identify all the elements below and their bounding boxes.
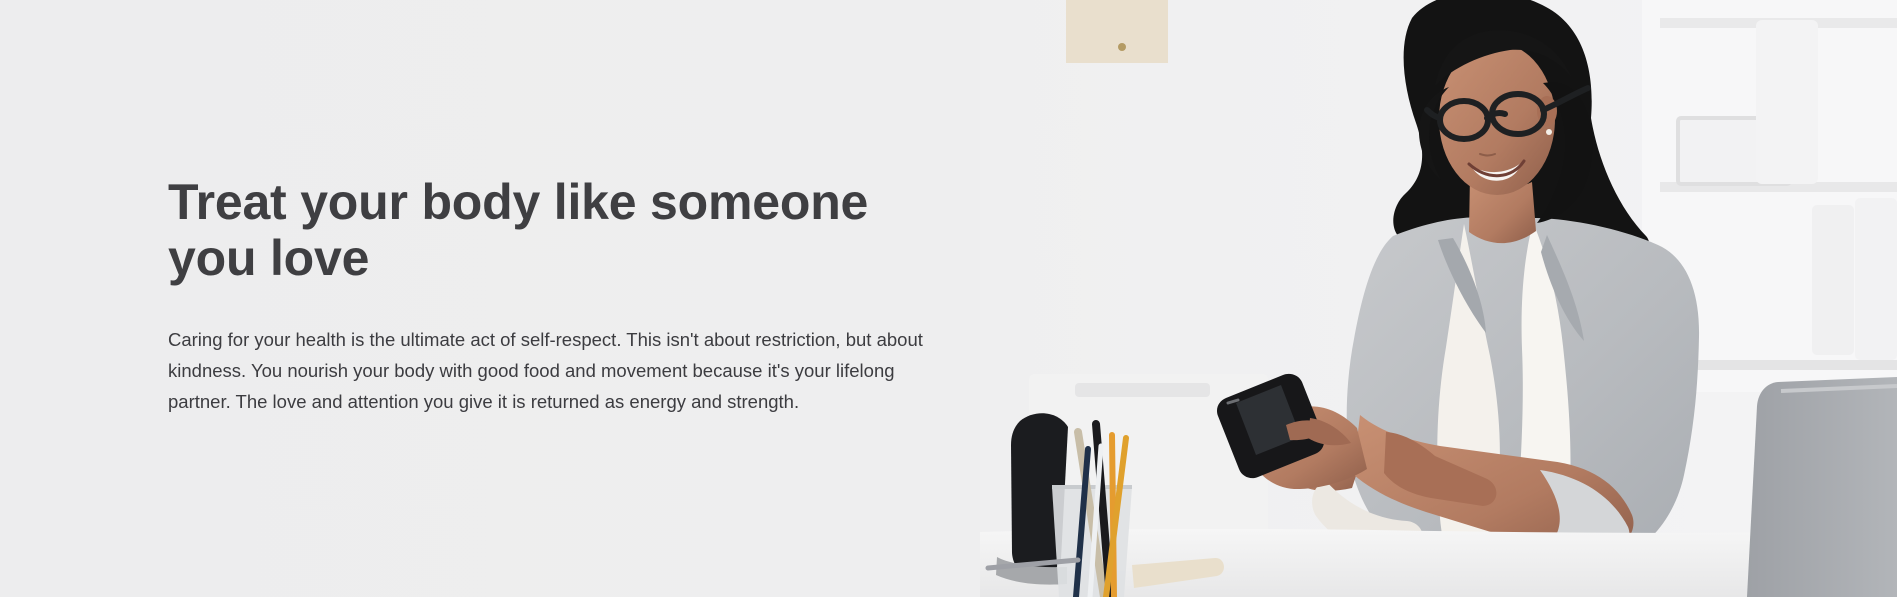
- hero-body-text: Caring for your health is the ultimate a…: [168, 329, 923, 412]
- woman-with-phone-illustration: [980, 0, 1897, 597]
- hero-text-block: Treat your body like someone you love Ca…: [168, 174, 948, 417]
- hero-title: Treat your body like someone you love: [168, 174, 869, 286]
- hero-section: Treat your body like someone you love Ca…: [0, 0, 1897, 597]
- hero-photo: [980, 0, 1897, 597]
